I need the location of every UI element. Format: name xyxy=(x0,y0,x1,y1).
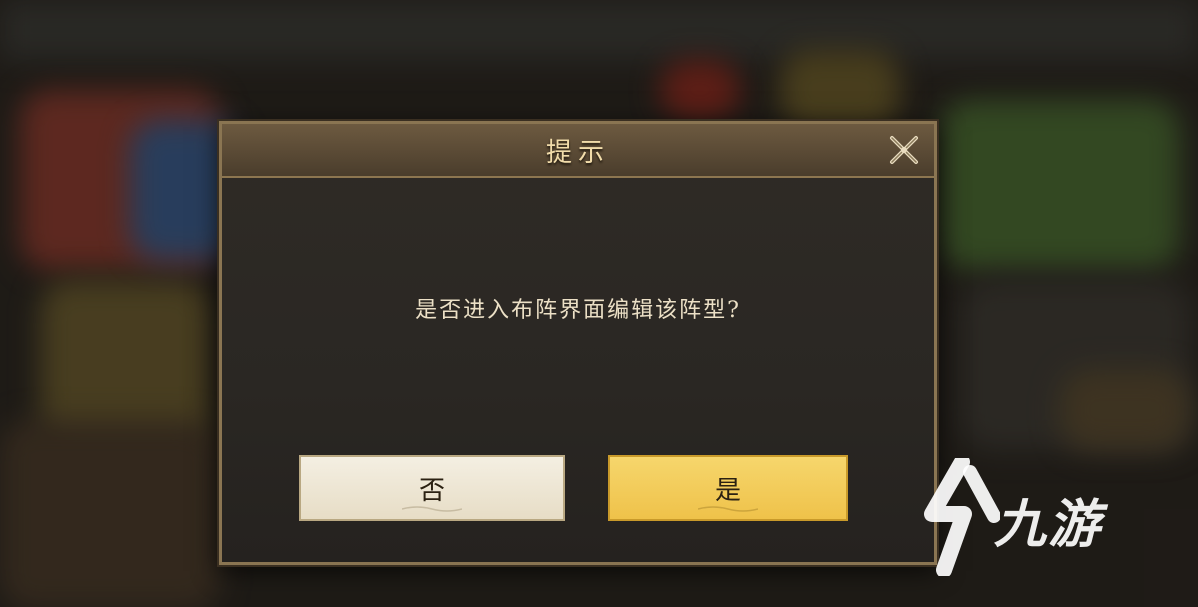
dialog-header: 提示 xyxy=(222,124,934,178)
yes-button-label: 是 xyxy=(714,475,741,506)
no-button[interactable]: 否 xyxy=(299,455,565,521)
close-button[interactable] xyxy=(886,132,922,168)
close-x-icon xyxy=(890,136,918,164)
watermark: 九游 xyxy=(920,458,1160,578)
jiuyou-logo-icon xyxy=(924,458,1000,576)
dialog-message: 是否进入布阵界面编辑该阵型? xyxy=(415,298,741,323)
yes-button[interactable]: 是 xyxy=(608,455,848,521)
no-button-label: 否 xyxy=(418,475,445,506)
ornament-icon xyxy=(402,506,462,512)
confirm-dialog: 提示 是否进入布阵界面编辑该阵型? 否 是 xyxy=(219,121,937,565)
watermark-text: 九游 xyxy=(994,495,1103,555)
ornament-icon xyxy=(698,506,758,512)
dialog-title: 提示 xyxy=(545,137,610,168)
